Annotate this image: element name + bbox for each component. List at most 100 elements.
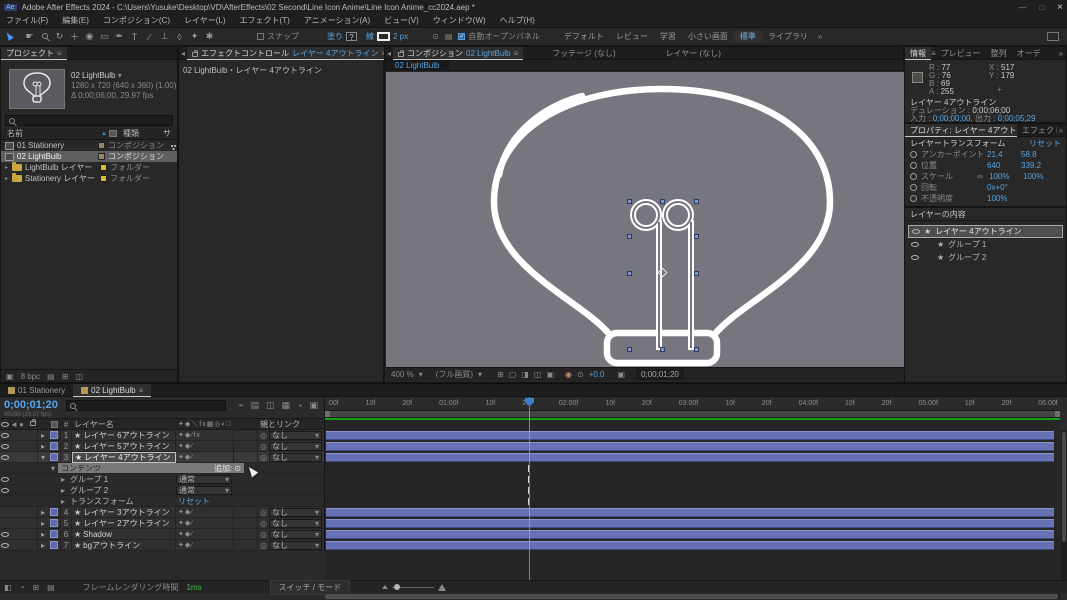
pickwhip-icon[interactable]: ◎ <box>260 442 267 451</box>
project-row[interactable]: 01 Stationery コンポジション <box>1 140 177 151</box>
snapshot-icon[interactable]: ▣ <box>617 370 625 379</box>
flowchart-icon[interactable]: ▤ <box>47 583 55 592</box>
eye-icon[interactable] <box>1 455 9 460</box>
vertex-handle[interactable] <box>660 199 665 204</box>
pen-tool[interactable]: ✒ <box>112 31 127 42</box>
expander-icon[interactable]: ▸ <box>58 497 68 506</box>
preview-comp-name[interactable]: 02 LightBulb ▾ <box>71 71 177 80</box>
layer-switches[interactable]: ✦◆∕ <box>176 518 234 529</box>
lock-icon[interactable] <box>192 52 198 57</box>
menu-animation[interactable]: アニメーション(A) <box>304 15 370 26</box>
eye-icon[interactable] <box>911 242 919 247</box>
zoom-level[interactable]: 400 % <box>391 370 414 379</box>
parent-dropdown[interactable]: なし▾ <box>269 453 322 462</box>
parent-dropdown[interactable]: なし▾ <box>269 530 322 539</box>
tab-audio[interactable]: オーデ <box>1012 47 1046 60</box>
label-column-icon[interactable] <box>109 130 117 137</box>
layer-duration-bar[interactable] <box>326 519 1054 528</box>
snap-toggle[interactable]: スナップ <box>257 31 299 42</box>
eye-icon[interactable] <box>911 255 919 260</box>
vertex-handle[interactable] <box>694 271 699 276</box>
brush-tool[interactable]: ∕ <box>142 32 157 42</box>
tab-project[interactable]: プロジェクト ≡ <box>1 47 67 60</box>
layer-name[interactable]: レイヤー 3アウトライン <box>83 507 169 518</box>
expander-icon[interactable]: ▸ <box>5 175 9 182</box>
property-value[interactable]: 100% <box>989 172 1019 181</box>
label-color-chip[interactable] <box>50 541 58 549</box>
hide-shy-icon[interactable]: ◫ <box>266 400 275 411</box>
panel-back-icon[interactable]: ◂ <box>179 49 187 58</box>
draft-3d-icon[interactable]: ▤ <box>251 400 260 411</box>
eye-icon[interactable] <box>1 543 9 548</box>
vertex-handle[interactable] <box>694 347 699 352</box>
contents-group-label[interactable]: コンテンツ <box>61 463 101 474</box>
lock-icon[interactable] <box>398 52 404 57</box>
workspace-overflow[interactable]: » <box>818 32 822 41</box>
project-row-selected[interactable]: 02 LightBulb コンポジション <box>1 151 177 162</box>
title-safe-icon[interactable]: ▢ <box>509 370 517 379</box>
vertex-handle[interactable] <box>694 234 699 239</box>
timeline-zoom-control[interactable] <box>382 584 446 591</box>
solo-column-icon[interactable]: ● <box>19 420 28 429</box>
parent-link-column[interactable]: 親とリンク <box>258 419 324 430</box>
parent-dropdown[interactable]: なし▾ <box>269 508 322 517</box>
layer-duration-bar[interactable] <box>326 453 1054 462</box>
maximize-button[interactable]: □ <box>1039 3 1044 12</box>
parent-dropdown[interactable]: なし▾ <box>269 541 322 550</box>
layer-name[interactable]: Shadow <box>83 530 112 539</box>
property-label[interactable]: スケール <box>921 171 973 182</box>
pickwhip-icon[interactable]: ◎ <box>260 541 267 550</box>
eye-icon[interactable] <box>1 532 9 537</box>
parent-dropdown[interactable]: なし▾ <box>269 431 322 440</box>
sort-up-icon[interactable]: ▲ <box>101 131 107 137</box>
column-type[interactable]: 種類 <box>123 128 161 139</box>
contents-property-row[interactable]: ▾ コンテンツ 追加:⊙ <box>0 463 324 474</box>
timeline-navigator-track[interactable] <box>325 594 1060 599</box>
layer-switches[interactable]: ✦◆∕fx <box>176 430 234 441</box>
contents-row[interactable]: ★ グループ 2 <box>905 251 1066 264</box>
menu-composition[interactable]: コンポジション(C) <box>103 15 170 26</box>
layer-switches[interactable]: ✦◆∕ <box>176 441 234 452</box>
eye-icon[interactable] <box>1 488 9 493</box>
zoom-out-mountain-icon[interactable] <box>382 585 388 589</box>
label-color-chip[interactable] <box>50 431 58 439</box>
expander-icon[interactable]: ▾ <box>38 453 48 462</box>
layer-duration-bar[interactable] <box>326 431 1054 440</box>
hand-tool[interactable]: ☛ <box>22 31 37 42</box>
vertex-handle[interactable] <box>627 234 632 239</box>
contents-row[interactable]: ★ グループ 1 <box>905 238 1066 251</box>
layer-name[interactable]: レイヤー 2アウトライン <box>83 518 169 529</box>
eye-icon[interactable] <box>1 433 9 438</box>
eye-icon[interactable] <box>1 444 9 449</box>
tab-layer[interactable]: レイヤー (なし) <box>661 47 726 60</box>
label-color-chip[interactable] <box>100 175 107 182</box>
auto-open-toggle[interactable]: ✓ 自動オープンパネル <box>458 31 540 42</box>
vertex-handle[interactable] <box>627 347 632 352</box>
layer-duration-bar[interactable] <box>326 530 1054 539</box>
layer-row[interactable]: ▸ 1 ★レイヤー 6アウトライン ✦◆∕fx ◎なし▾ <box>0 430 324 441</box>
mask-visibility-icon[interactable]: ◨ <box>521 370 529 379</box>
fill-swatch[interactable]: ? <box>346 32 357 41</box>
workspace-standard[interactable]: 標準 <box>734 31 762 42</box>
property-label[interactable]: アンカーポイント <box>921 149 983 160</box>
label-color-chip[interactable] <box>50 519 58 527</box>
tab-info[interactable]: 情報 <box>905 47 931 60</box>
property-label[interactable]: 不透明度 <box>921 193 983 204</box>
layer-name[interactable]: レイヤー 5アウトライン <box>83 441 169 452</box>
label-column-icon[interactable] <box>51 421 58 428</box>
workspace-learn[interactable]: 学習 <box>654 31 682 42</box>
expander-icon[interactable]: ▸ <box>5 164 9 171</box>
pickwhip-icon[interactable]: ◎ <box>260 530 267 539</box>
zoom-slider-knob[interactable] <box>394 584 400 590</box>
blend-mode-dropdown[interactable]: 通常▾ <box>176 486 232 495</box>
transform-reset-button[interactable]: リセット <box>1029 138 1061 149</box>
link-icon[interactable]: ∞ <box>977 172 985 181</box>
rotate-tool[interactable]: ↻ <box>52 31 67 42</box>
workspace-default[interactable]: デフォルト <box>558 31 610 42</box>
label-color-chip[interactable] <box>98 142 105 149</box>
project-search[interactable] <box>5 115 173 126</box>
pickwhip-icon[interactable]: ◎ <box>260 431 267 440</box>
property-label[interactable]: 回転 <box>921 182 983 193</box>
roto-brush-tool[interactable]: ✦ <box>187 31 202 42</box>
layer-name[interactable]: レイヤー 4アウトライン <box>84 452 170 463</box>
